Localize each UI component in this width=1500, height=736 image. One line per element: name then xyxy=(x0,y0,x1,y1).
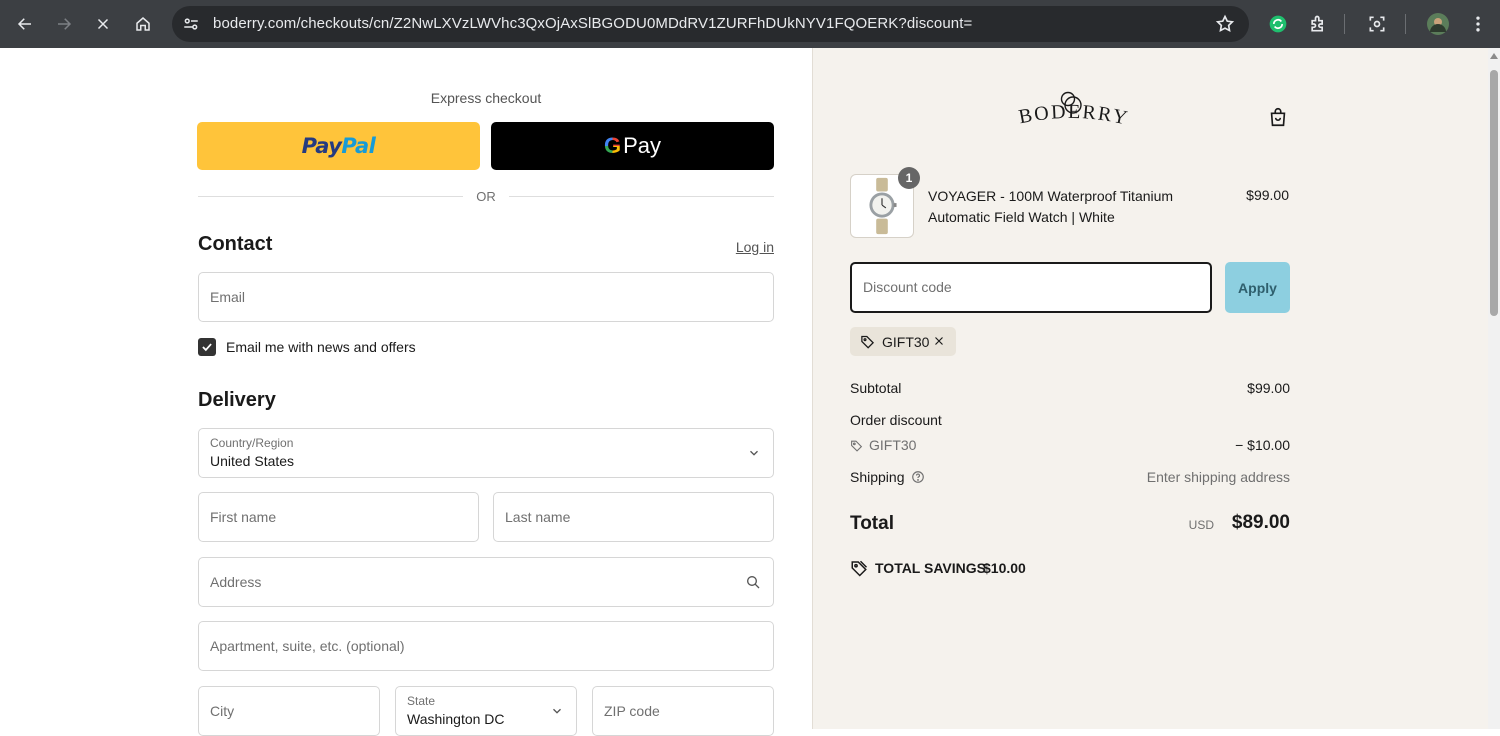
country-value: United States xyxy=(210,453,295,469)
discount-code-input[interactable]: Discount code xyxy=(850,262,1212,313)
address-field[interactable]: Address xyxy=(198,557,774,607)
extension-sync-icon[interactable] xyxy=(1266,12,1290,36)
express-checkout-label: Express checkout xyxy=(430,90,542,106)
shipping-label: Shipping xyxy=(850,469,905,485)
total-currency: USD xyxy=(1188,518,1214,532)
news-label: Email me with news and offers xyxy=(226,339,416,355)
subtotal-label: Subtotal xyxy=(850,380,902,396)
first-name-field[interactable]: First name xyxy=(198,492,479,542)
order-discount-label: Order discount xyxy=(850,412,942,428)
close-icon xyxy=(97,18,109,30)
site-settings-icon[interactable] xyxy=(182,15,200,33)
apartment-field[interactable]: Apartment, suite, etc. (optional) xyxy=(198,621,774,671)
back-button[interactable] xyxy=(9,8,41,40)
star-icon[interactable] xyxy=(1215,14,1235,34)
subtotal-value: $99.00 xyxy=(1247,380,1290,396)
checkmark-icon xyxy=(202,343,212,352)
google-pay-label: Pay xyxy=(623,133,662,158)
arrow-left-icon xyxy=(17,18,31,30)
tag-icon xyxy=(851,440,863,452)
login-link[interactable]: Log in xyxy=(736,239,774,255)
home-icon xyxy=(136,17,150,31)
paypal-button[interactable]: Pay Pal xyxy=(197,122,480,170)
shipping-value: Enter shipping address xyxy=(1146,469,1290,485)
email-placeholder: Email xyxy=(210,289,246,305)
savings-label: TOTAL SAVINGS xyxy=(875,560,986,576)
checkout-form: Express checkout Pay Pal G Pay OR Contact … xyxy=(0,48,812,736)
apply-button[interactable]: Apply xyxy=(1225,262,1290,313)
google-g-icon: G xyxy=(603,133,622,158)
news-checkbox[interactable] xyxy=(198,338,216,356)
brand-logo: BODERRY xyxy=(1017,91,1129,130)
applied-code: GIFT30 xyxy=(882,334,930,350)
discount-code-name: GIFT30 xyxy=(869,437,917,453)
menu-kebab-icon[interactable] xyxy=(1466,12,1490,36)
or-divider: OR xyxy=(198,189,774,205)
tag-icon xyxy=(861,335,875,349)
forward-button[interactable] xyxy=(48,8,80,40)
first-name-placeholder: First name xyxy=(210,509,277,525)
url-text[interactable]: boderry.com/checkouts/cn/Z2NwLXVzLWVhc3Q… xyxy=(213,15,972,32)
total-amount: $89.00 xyxy=(1231,512,1290,533)
scrollbar[interactable] xyxy=(1488,48,1500,729)
subtotal-row: Subtotal $99.00 xyxy=(850,380,1290,400)
logo-text: BODERRY xyxy=(1017,101,1129,130)
country-label: Country/Region xyxy=(210,436,294,450)
help-icon[interactable] xyxy=(911,470,925,484)
quantity-badge: 1 xyxy=(898,167,920,189)
home-button[interactable] xyxy=(127,8,159,40)
product-price: $99.00 xyxy=(1246,187,1289,203)
last-name-field[interactable]: Last name xyxy=(493,492,774,542)
scroll-up-arrow-icon[interactable] xyxy=(1490,53,1498,59)
chevron-down-icon xyxy=(553,708,561,714)
chevron-down-icon xyxy=(750,450,758,456)
product-name: VOYAGER - 100M Waterproof Titanium Autom… xyxy=(928,188,1174,225)
search-icon xyxy=(747,576,760,589)
discount-code-line: GIFT30 xyxy=(850,437,916,453)
state-value: Washington DC xyxy=(407,711,505,727)
address-placeholder: Address xyxy=(210,574,262,590)
delivery-title: Delivery xyxy=(198,389,276,411)
or-label: OR xyxy=(476,189,496,204)
shipping-row: Shipping Enter shipping address xyxy=(850,469,1290,489)
discount-placeholder: Discount code xyxy=(863,279,952,295)
paypal-logo-part1: Pay xyxy=(301,134,342,158)
google-pay-button[interactable]: G Pay xyxy=(491,122,774,170)
total-label: Total xyxy=(850,513,894,534)
remove-code-icon[interactable] xyxy=(932,334,946,348)
city-placeholder: City xyxy=(210,703,235,719)
order-discount-row: Order discount xyxy=(850,412,1290,432)
savings-value: $10.00 xyxy=(983,560,1026,576)
scrollbar-thumb[interactable] xyxy=(1490,70,1498,316)
discount-code-row: GIFT30 − $10.00 xyxy=(850,437,1290,457)
contact-title: Contact xyxy=(198,233,273,255)
applied-code-chip: GIFT30 xyxy=(850,327,956,356)
last-name-placeholder: Last name xyxy=(505,509,571,525)
discount-value: − $10.00 xyxy=(1235,437,1290,453)
email-field[interactable]: Email xyxy=(198,272,774,322)
toolbar-divider xyxy=(1405,14,1406,34)
zip-placeholder: ZIP code xyxy=(604,703,660,719)
stop-button[interactable] xyxy=(87,8,119,40)
country-select[interactable]: Country/Region United States xyxy=(198,428,774,478)
svg-text:BODERRY: BODERRY xyxy=(1017,101,1129,130)
paypal-logo-part2: Pal xyxy=(341,134,376,158)
browser-toolbar: boderry.com/checkouts/cn/Z2NwLXVzLWVhc3Q… xyxy=(0,0,1500,48)
arrow-right-icon xyxy=(58,18,72,30)
apartment-placeholder: Apartment, suite, etc. (optional) xyxy=(210,638,405,654)
toolbar-divider xyxy=(1344,14,1345,34)
extensions-puzzle-icon[interactable] xyxy=(1306,12,1330,36)
address-bar[interactable]: boderry.com/checkouts/cn/Z2NwLXVzLWVhc3Q… xyxy=(172,6,1249,42)
screenshot-icon[interactable] xyxy=(1365,12,1389,36)
shopping-bag-icon[interactable] xyxy=(1267,106,1289,128)
savings-tag-icon xyxy=(851,560,868,577)
order-summary: BODERRY 1 VOYAGER - 100M Waterproof Tita… xyxy=(812,48,1488,729)
state-label: State xyxy=(407,694,436,708)
total-row: Total USD $89.00 xyxy=(850,511,1290,539)
shipping-line: Shipping xyxy=(850,469,925,485)
profile-avatar-icon[interactable] xyxy=(1426,12,1450,36)
